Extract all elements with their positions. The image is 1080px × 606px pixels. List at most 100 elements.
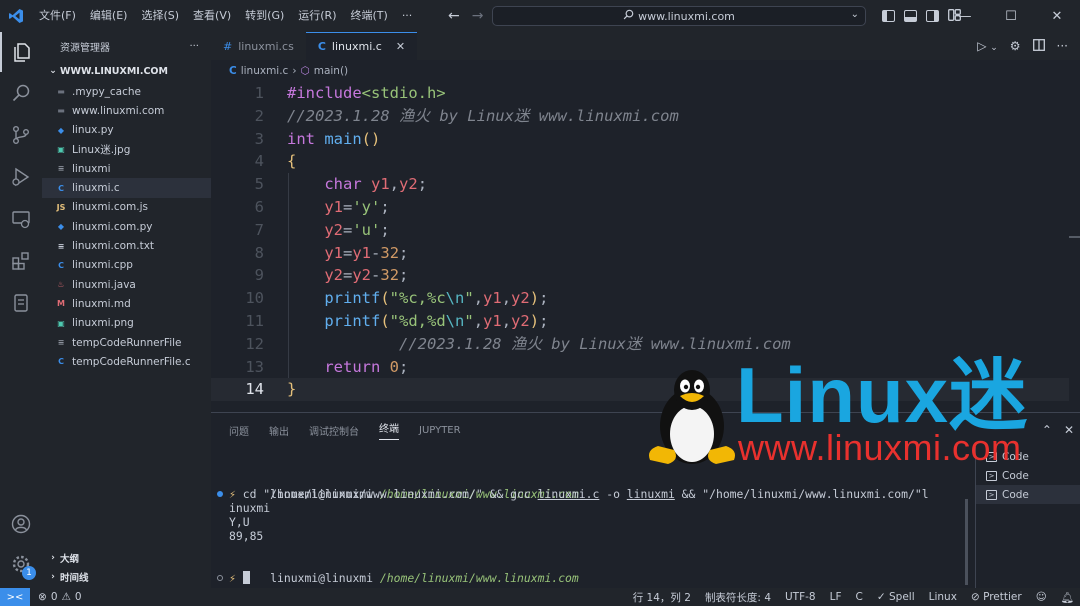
- search-icon[interactable]: [0, 73, 42, 113]
- command-pending-dot[interactable]: [217, 575, 223, 581]
- tab-terminal[interactable]: 终端: [379, 420, 399, 440]
- spell-check[interactable]: ✓ Spell: [877, 591, 915, 603]
- toggle-secondary-sidebar-icon[interactable]: [926, 10, 939, 22]
- close-icon[interactable]: ✕: [1064, 423, 1074, 437]
- folder-file-icon: ▬: [57, 87, 65, 97]
- terminal-list-item[interactable]: > Code: [976, 485, 1080, 504]
- back-arrow-icon[interactable]: ←: [448, 8, 460, 24]
- file-item[interactable]: Clinuxmi.cpp: [42, 256, 211, 275]
- minimize-icon[interactable]: —: [942, 0, 988, 32]
- testing-icon[interactable]: [0, 283, 42, 323]
- cmd-text: cd: [235, 487, 264, 501]
- extensions-icon[interactable]: [0, 241, 42, 281]
- command-center[interactable]: www.linuxmi.com ⌄: [492, 6, 866, 26]
- timeline-section[interactable]: › 时间线: [42, 567, 211, 586]
- toggle-primary-sidebar-icon[interactable]: [882, 10, 895, 22]
- cursor-position[interactable]: 行 14，列 2: [633, 590, 691, 605]
- maximize-icon[interactable]: ☐: [988, 0, 1034, 32]
- code-token: "%d,%d: [389, 312, 446, 330]
- breadcrumb-symbol[interactable]: main(): [314, 65, 348, 77]
- menu-view[interactable]: 查看(V): [186, 0, 238, 32]
- run-debug-icon[interactable]: [0, 157, 42, 197]
- cmd-link[interactable]: linuxmi: [627, 487, 675, 501]
- notifications-bell-icon[interactable]: 🔔︎: [1061, 591, 1074, 604]
- forward-arrow-icon[interactable]: →: [472, 8, 484, 24]
- close-icon[interactable]: ✕: [396, 40, 405, 53]
- file-item[interactable]: ▣ linuxmi.png: [42, 314, 211, 333]
- code-token: return: [324, 357, 390, 376]
- chevron-right-icon: ›: [51, 571, 55, 582]
- terminal-scrollbar[interactable]: [965, 499, 968, 585]
- remote-indicator-icon[interactable]: ><: [0, 588, 30, 606]
- indentation[interactable]: 制表符长度: 4: [705, 590, 771, 605]
- tab-linuxmi-cs[interactable]: # linuxmi.cs: [211, 32, 306, 60]
- code-token: ;: [399, 266, 409, 285]
- cmd-link[interactable]: linuxmi.c: [538, 487, 600, 501]
- outline-section[interactable]: › 大纲: [42, 548, 211, 567]
- end-of-line[interactable]: LF: [830, 591, 842, 603]
- split-editor-icon[interactable]: [1032, 38, 1045, 54]
- menu-go[interactable]: 转到(G): [238, 0, 291, 32]
- tab-problems[interactable]: 问题: [229, 423, 249, 438]
- file-item[interactable]: ▣ Linux迷.jpg: [42, 140, 211, 159]
- more-actions-icon[interactable]: ···: [189, 41, 199, 52]
- code-line: 10 printf("%c,%c\n",y1,y2);: [211, 287, 1069, 310]
- workspace-root-folder[interactable]: ⌄ WWW.LINUXMI.COM: [42, 60, 211, 82]
- menu-edit[interactable]: 编辑(E): [83, 0, 135, 32]
- tab-output[interactable]: 输出: [269, 423, 289, 438]
- file-item[interactable]: ≡ tempCodeRunnerFile: [42, 333, 211, 352]
- file-item[interactable]: ◆ linuxmi.com.py: [42, 217, 211, 236]
- encoding[interactable]: UTF-8: [785, 591, 816, 603]
- menu-selection[interactable]: 选择(S): [134, 0, 186, 32]
- feedback-icon[interactable]: ☺: [1036, 591, 1047, 603]
- account-icon[interactable]: [0, 504, 42, 544]
- menu-more[interactable]: ···: [395, 0, 420, 32]
- file-item[interactable]: ≡ linuxmi: [42, 159, 211, 178]
- prettier[interactable]: ⊘ Prettier: [971, 591, 1022, 603]
- file-item[interactable]: ▬ .mypy_cache: [42, 82, 211, 101]
- code-token: printf: [324, 312, 381, 330]
- file-item[interactable]: CtempCodeRunnerFile.c: [42, 352, 211, 371]
- menu-terminal[interactable]: 终端(T): [344, 0, 395, 32]
- file-item[interactable]: ≡ linuxmi.com.txt: [42, 236, 211, 255]
- menu-run[interactable]: 运行(R): [291, 0, 343, 32]
- file-item[interactable]: Mlinuxmi.md: [42, 294, 211, 313]
- terminal[interactable]: linuxmi@linuxmi /home/linuxmi/www.linuxm…: [211, 469, 971, 589]
- tab-debug-console[interactable]: 调试控制台: [309, 423, 359, 438]
- file-item[interactable]: JS linuxmi.com.js: [42, 198, 211, 217]
- folder-file-icon: ▬: [57, 106, 65, 116]
- file-item[interactable]: ▬ www.linuxmi.com: [42, 101, 211, 120]
- explorer-icon[interactable]: [0, 32, 42, 72]
- source-control-icon[interactable]: [0, 115, 42, 155]
- code-token: y1: [324, 198, 343, 216]
- settings-gear-icon[interactable]: 1: [0, 544, 42, 584]
- file-label: linuxmi.md: [72, 297, 131, 310]
- toggle-panel-icon[interactable]: [904, 10, 917, 22]
- editor-scrollbar[interactable]: [1069, 82, 1080, 412]
- command-success-dot[interactable]: [217, 491, 223, 497]
- file-label: tempCodeRunnerFile: [72, 336, 182, 349]
- menu-file[interactable]: 文件(F): [32, 0, 83, 32]
- breadcrumb-file[interactable]: linuxmi.c: [241, 65, 289, 77]
- code-token: ): [529, 289, 540, 308]
- settings-gear-icon[interactable]: ⚙: [1010, 39, 1021, 53]
- code-token: <stdio.h>: [361, 84, 446, 102]
- problems-indicator[interactable]: ⊗ 0 ⚠ 0: [38, 591, 82, 603]
- file-item[interactable]: ◆ linux.py: [42, 121, 211, 140]
- line-code: //2023.1.28 渔火 by Linux迷 www.linuxmi.com: [287, 105, 679, 128]
- platform[interactable]: Linux: [929, 591, 957, 603]
- code-token: ): [529, 312, 540, 330]
- chevron-down-icon[interactable]: ⌄: [851, 9, 859, 20]
- language-mode[interactable]: C: [856, 591, 863, 603]
- remote-explorer-icon[interactable]: [0, 199, 42, 239]
- run-code-icon[interactable]: ▷ ⌄: [977, 39, 998, 53]
- tab-linuxmi-c[interactable]: C linuxmi.c ✕: [305, 32, 418, 60]
- line-number: 7: [254, 220, 264, 239]
- file-item[interactable]: Clinuxmi.c: [42, 178, 211, 198]
- close-icon[interactable]: ✕: [1034, 0, 1080, 32]
- tab-jupyter[interactable]: JUPYTER: [419, 425, 461, 436]
- file-item[interactable]: ♨ linuxmi.java: [42, 275, 211, 294]
- check-icon: ✓: [876, 591, 886, 603]
- more-actions-icon[interactable]: ···: [1057, 39, 1068, 53]
